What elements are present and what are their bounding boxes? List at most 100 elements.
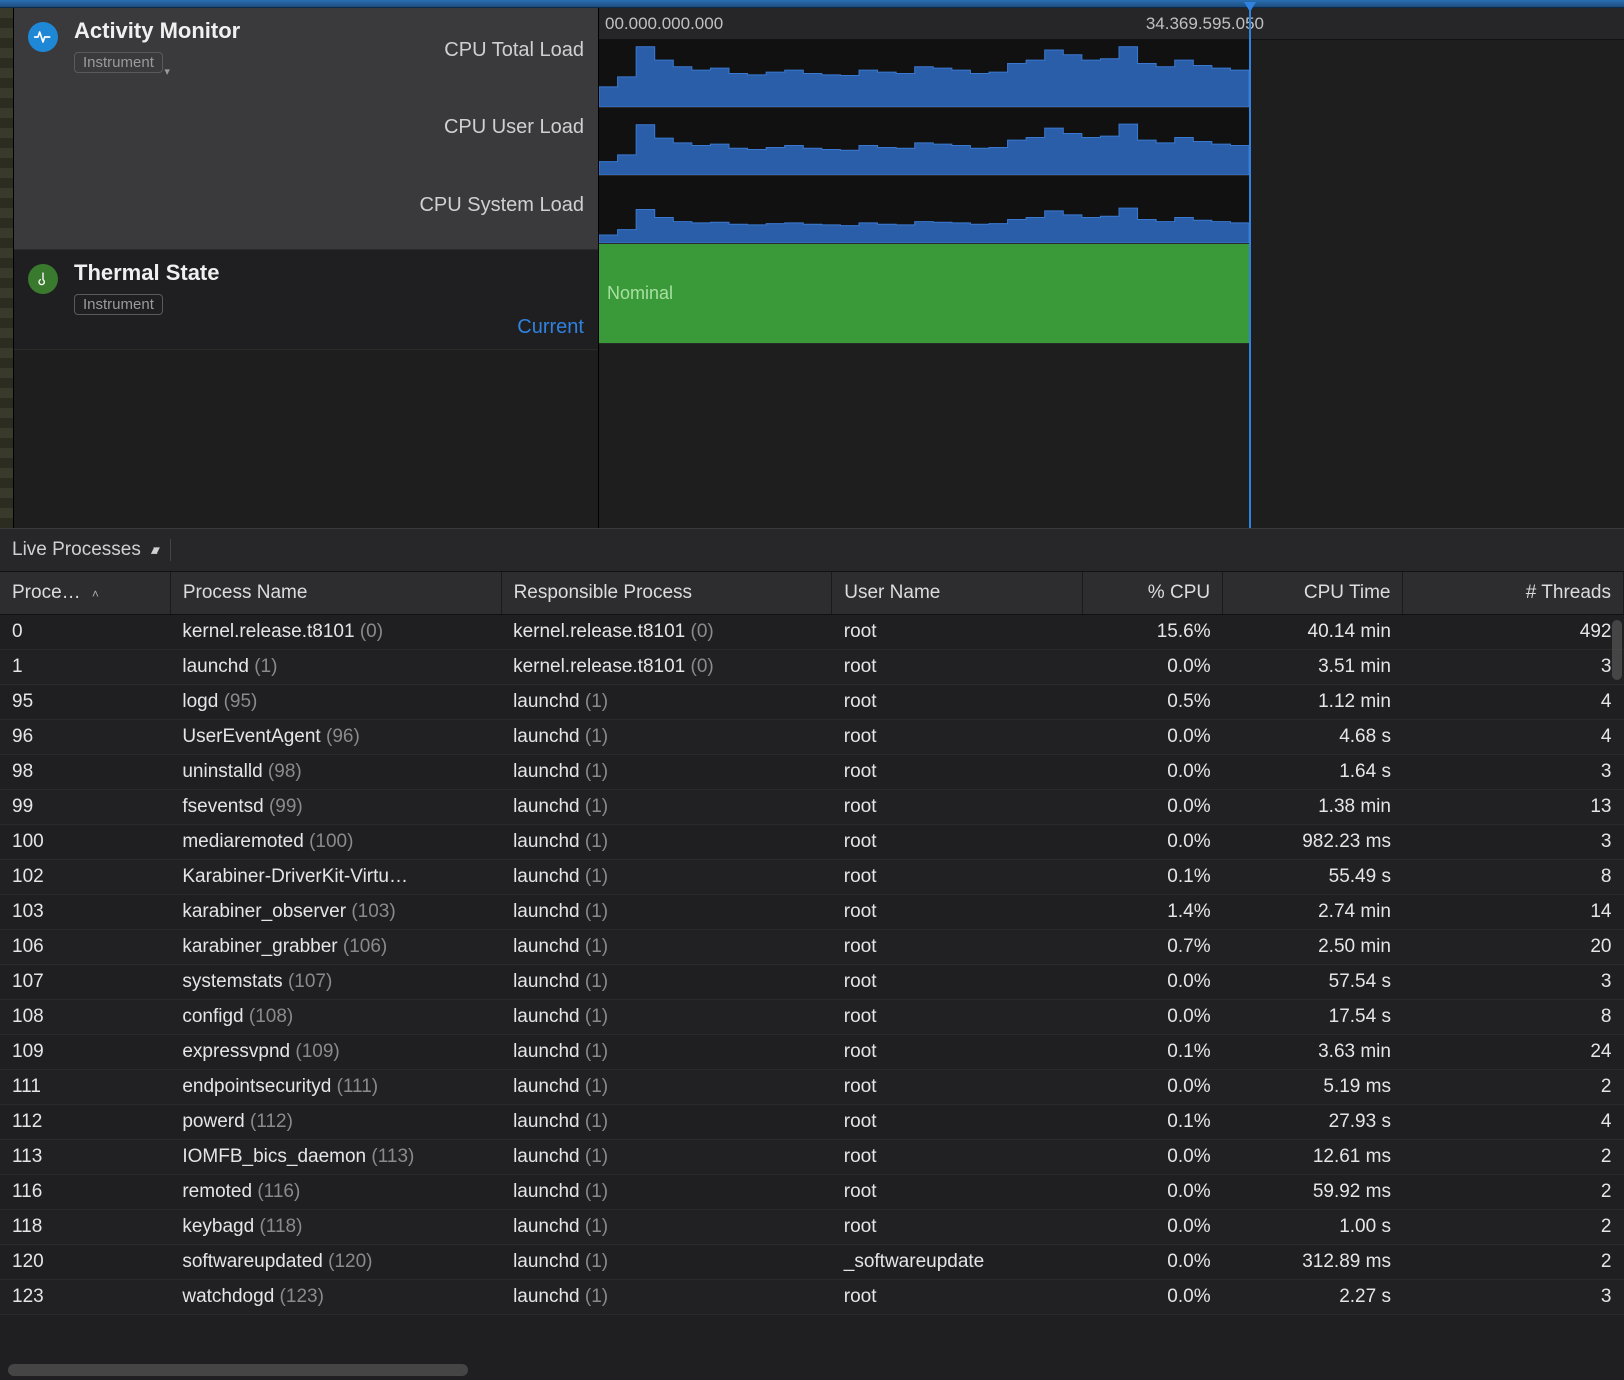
cell-cpu: 0.0% (1082, 965, 1222, 1000)
cell-pid: 100 (0, 825, 170, 860)
cell-user: root (832, 1210, 1083, 1245)
instrument-badge-label: Instrument (83, 296, 154, 313)
table-row[interactable]: 111endpointsecurityd (111)launchd (1)roo… (0, 1070, 1624, 1105)
col-pid[interactable]: Proce… ˄ (0, 572, 170, 615)
cell-cpu: 0.0% (1082, 825, 1222, 860)
cell-cpu: 0.1% (1082, 1035, 1222, 1070)
table-row[interactable]: 95logd (95)launchd (1)root0.5%1.12 min4 (0, 685, 1624, 720)
cell-user: root (832, 755, 1083, 790)
col-responsible[interactable]: Responsible Process (501, 572, 832, 615)
table-row[interactable]: 102Karabiner-DriverKit-Virtu… launchd (1… (0, 860, 1624, 895)
table-row[interactable]: 113IOMFB_bics_daemon (113)launchd (1)roo… (0, 1140, 1624, 1175)
cell-responsible: launchd (1) (501, 860, 832, 895)
table-row[interactable]: 99fseventsd (99)launchd (1)root0.0%1.38 … (0, 790, 1624, 825)
activity-lane-labels: CPU Total Load CPU User Load CPU System … (419, 12, 584, 244)
cell-pid: 0 (0, 615, 170, 650)
cell-threads: 2 (1403, 1070, 1624, 1105)
table-row[interactable]: 96UserEventAgent (96)launchd (1)root0.0%… (0, 720, 1624, 755)
cell-pid: 102 (0, 860, 170, 895)
cell-pid: 96 (0, 720, 170, 755)
cell-process-name: karabiner_grabber (106) (170, 930, 501, 965)
cell-responsible: launchd (1) (501, 1140, 832, 1175)
cell-pid: 108 (0, 1000, 170, 1035)
table-row[interactable]: 120softwareupdated (120)launchd (1)_soft… (0, 1245, 1624, 1280)
time-ruler[interactable]: 00.000.000.000 34.369.595.050 (599, 8, 1624, 40)
cell-time: 1.64 s (1223, 755, 1403, 790)
cell-process-name: systemstats (107) (170, 965, 501, 1000)
cell-user: root (832, 860, 1083, 895)
vertical-scrollbar[interactable] (1612, 620, 1622, 680)
cell-time: 2.50 min (1223, 930, 1403, 965)
cell-pid: 120 (0, 1245, 170, 1280)
table-row[interactable]: 100mediaremoted (100)launchd (1)root0.0%… (0, 825, 1624, 860)
timeline-graph-column[interactable]: 00.000.000.000 34.369.595.050 Nominal (598, 8, 1624, 528)
cell-process-name: expressvpnd (109) (170, 1035, 501, 1070)
cell-responsible: launchd (1) (501, 755, 832, 790)
table-row[interactable]: 118keybagd (118)launchd (1)root0.0%1.00 … (0, 1210, 1624, 1245)
table-row[interactable]: 107systemstats (107)launchd (1)root0.0%5… (0, 965, 1624, 1000)
cell-process-name: remoted (116) (170, 1175, 501, 1210)
table-row[interactable]: 106karabiner_grabber (106)launchd (1)roo… (0, 930, 1624, 965)
cell-pid: 118 (0, 1210, 170, 1245)
playhead[interactable] (1249, 8, 1251, 528)
cell-process-name: launchd (1) (170, 650, 501, 685)
table-row[interactable]: 1launchd (1)kernel.release.t8101 (0)root… (0, 650, 1624, 685)
cell-pid: 109 (0, 1035, 170, 1070)
instrument-activity-monitor[interactable]: Activity Monitor Instrument ▾ CPU Total … (14, 8, 598, 250)
cell-cpu: 0.1% (1082, 860, 1222, 895)
cell-process-name: UserEventAgent (96) (170, 720, 501, 755)
table-row[interactable]: 123watchdogd (123)launchd (1)root0.0%2.2… (0, 1280, 1624, 1315)
cell-process-name: keybagd (118) (170, 1210, 501, 1245)
cell-threads: 2 (1403, 1175, 1624, 1210)
table-row[interactable]: 116remoted (116)launchd (1)root0.0%59.92… (0, 1175, 1624, 1210)
col-process-name[interactable]: Process Name (170, 572, 501, 615)
col-cpu-time[interactable]: CPU Time (1223, 572, 1403, 615)
cell-responsible: kernel.release.t8101 (0) (501, 615, 832, 650)
cell-time: 2.27 s (1223, 1280, 1403, 1315)
cell-time: 55.49 s (1223, 860, 1403, 895)
cell-process-name: uninstalld (98) (170, 755, 501, 790)
cell-time: 5.19 ms (1223, 1070, 1403, 1105)
cell-cpu: 0.0% (1082, 1280, 1222, 1315)
cell-threads: 13 (1403, 790, 1624, 825)
table-row[interactable]: 98uninstalld (98)launchd (1)root0.0%1.64… (0, 755, 1624, 790)
cell-responsible: launchd (1) (501, 1280, 832, 1315)
table-row[interactable]: 103karabiner_observer (103)launchd (1)ro… (0, 895, 1624, 930)
instrument-badge[interactable]: Instrument (74, 294, 163, 315)
lane-label-user: CPU User Load (419, 116, 584, 139)
left-gutter (0, 8, 14, 528)
cell-pid: 99 (0, 790, 170, 825)
cell-time: 57.54 s (1223, 965, 1403, 1000)
col-cpu[interactable]: % CPU (1082, 572, 1222, 615)
instrument-badge[interactable]: Instrument ▾ (74, 52, 163, 73)
process-table-wrap: Proce… ˄ Process Name Responsible Proces… (0, 572, 1624, 1380)
cell-responsible: launchd (1) (501, 720, 832, 755)
table-row[interactable]: 109expressvpnd (109)launchd (1)root0.1%3… (0, 1035, 1624, 1070)
cell-time: 17.54 s (1223, 1000, 1403, 1035)
table-row[interactable]: 108configd (108)launchd (1)root0.0%17.54… (0, 1000, 1624, 1035)
col-threads[interactable]: # Threads (1403, 572, 1624, 615)
cell-responsible: launchd (1) (501, 1105, 832, 1140)
cell-responsible: launchd (1) (501, 1245, 832, 1280)
cell-responsible: launchd (1) (501, 825, 832, 860)
cell-threads: 2 (1403, 1210, 1624, 1245)
table-row[interactable]: 112powerd (112)launchd (1)root0.1%27.93 … (0, 1105, 1624, 1140)
cell-threads: 24 (1403, 1035, 1624, 1070)
thermal-icon (28, 264, 58, 294)
table-row[interactable]: 0kernel.release.t8101 (0)kernel.release.… (0, 615, 1624, 650)
cell-threads: 4 (1403, 685, 1624, 720)
col-pid-label: Proce… (12, 582, 81, 603)
cell-threads: 3 (1403, 650, 1624, 685)
cell-process-name: softwareupdated (120) (170, 1245, 501, 1280)
cell-process-name: Karabiner-DriverKit-Virtu… (170, 860, 501, 895)
cell-time: 982.23 ms (1223, 825, 1403, 860)
live-processes-dropdown[interactable]: Live Processes ▴▾ (12, 539, 171, 561)
horizontal-scrollbar[interactable] (8, 1364, 468, 1376)
cell-process-name: watchdogd (123) (170, 1280, 501, 1315)
col-user-name[interactable]: User Name (832, 572, 1083, 615)
cell-threads: 3 (1403, 1280, 1624, 1315)
graph-region: Nominal (599, 40, 1624, 528)
instrument-thermal-state[interactable]: Thermal State Instrument Current (14, 250, 598, 350)
cell-cpu: 0.0% (1082, 1210, 1222, 1245)
cell-time: 3.51 min (1223, 650, 1403, 685)
